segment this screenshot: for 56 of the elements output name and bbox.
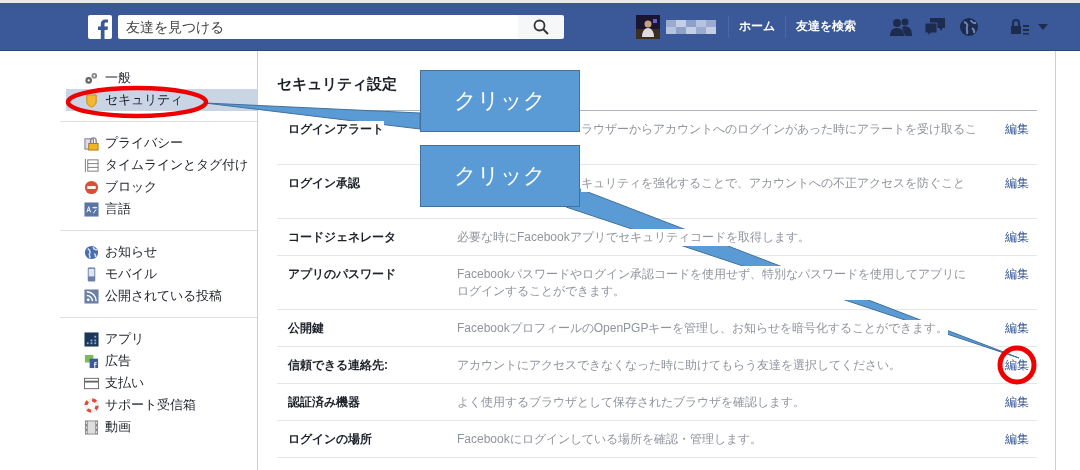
sidebar-item[interactable]: プライバシー [60,132,257,154]
callout-box: クリック [420,70,580,132]
sidebar-item[interactable]: 言語 [60,198,257,220]
sidebar-item[interactable]: 広告 [60,350,257,372]
edit-link[interactable]: 編集 [1005,357,1029,374]
sidebar-item[interactable]: 公開されている投稿 [60,285,257,307]
lifebuoy-icon [84,397,99,413]
globe-icon [84,244,99,260]
sidebar-item[interactable]: タイムラインとタグ付け [60,154,257,176]
gears-icon [84,70,99,86]
sidebar-item[interactable]: アプリ [60,328,257,350]
edit-link[interactable]: 編集 [1005,121,1029,138]
setting-description: キュリティを強化することで、アカウントへの不正アクセスを防ぐこと [581,175,965,192]
globe-icon[interactable] [958,16,980,37]
translate-icon [84,201,99,217]
rss-icon [84,288,99,304]
edit-link[interactable]: 編集 [1005,229,1029,246]
search-button[interactable] [518,14,564,39]
logo-icon[interactable] [88,14,112,39]
sidebar-item[interactable]: お知らせ [60,241,257,263]
card-icon [84,375,99,391]
caret-icon[interactable] [1038,22,1048,31]
callout-box: クリック [420,145,580,207]
nav-link[interactable]: 友達を検索 [785,15,866,38]
sidebar-item[interactable]: サポート受信箱 [60,394,257,416]
search-field[interactable]: 友達を見つける [118,14,518,39]
edit-link[interactable]: 編集 [1005,320,1029,337]
setting-label: コードジェネレータ [288,229,396,246]
sidebar-item[interactable]: 動画 [60,416,257,438]
edit-link[interactable]: 編集 [1005,175,1029,192]
setting-label: 公開鍵 [288,320,324,337]
lock-menu-icon[interactable] [1010,16,1030,37]
edit-link[interactable]: 編集 [1005,394,1029,411]
sidebar-item[interactable]: モバイル [60,263,257,285]
highlight-circle [997,345,1037,385]
search-icon [533,18,549,35]
shield-icon [84,92,99,108]
sidebar-item[interactable]: 支払い [60,372,257,394]
sidebar-item[interactable]: ブロック [60,176,257,198]
film-icon [84,419,99,435]
block-icon [84,179,99,195]
ad-icon [84,353,99,369]
setting-label: 信頼できる連絡先: [288,357,388,374]
apps-icon [84,331,99,347]
setting-label: 認証済み機器 [288,394,360,411]
sidebar-item[interactable]: 一般 [60,67,257,89]
setting-label: ログインの場所 [288,431,372,448]
nav-link[interactable]: ホーム [728,15,785,38]
friends-icon[interactable] [890,16,912,37]
timeline-icon [84,157,99,173]
edit-link[interactable]: 編集 [1005,431,1029,448]
setting-description: ラウザーからアカウントへのログインがあった時にアラートを受け取るこ [581,121,977,138]
messages-icon[interactable] [924,16,946,37]
setting-description: FacebookプロフィールのOpenPGPキーを管理し、お知らせを暗号化することができます。 [457,320,949,337]
lock-icon [84,135,99,151]
edit-link[interactable]: 編集 [1005,266,1029,283]
